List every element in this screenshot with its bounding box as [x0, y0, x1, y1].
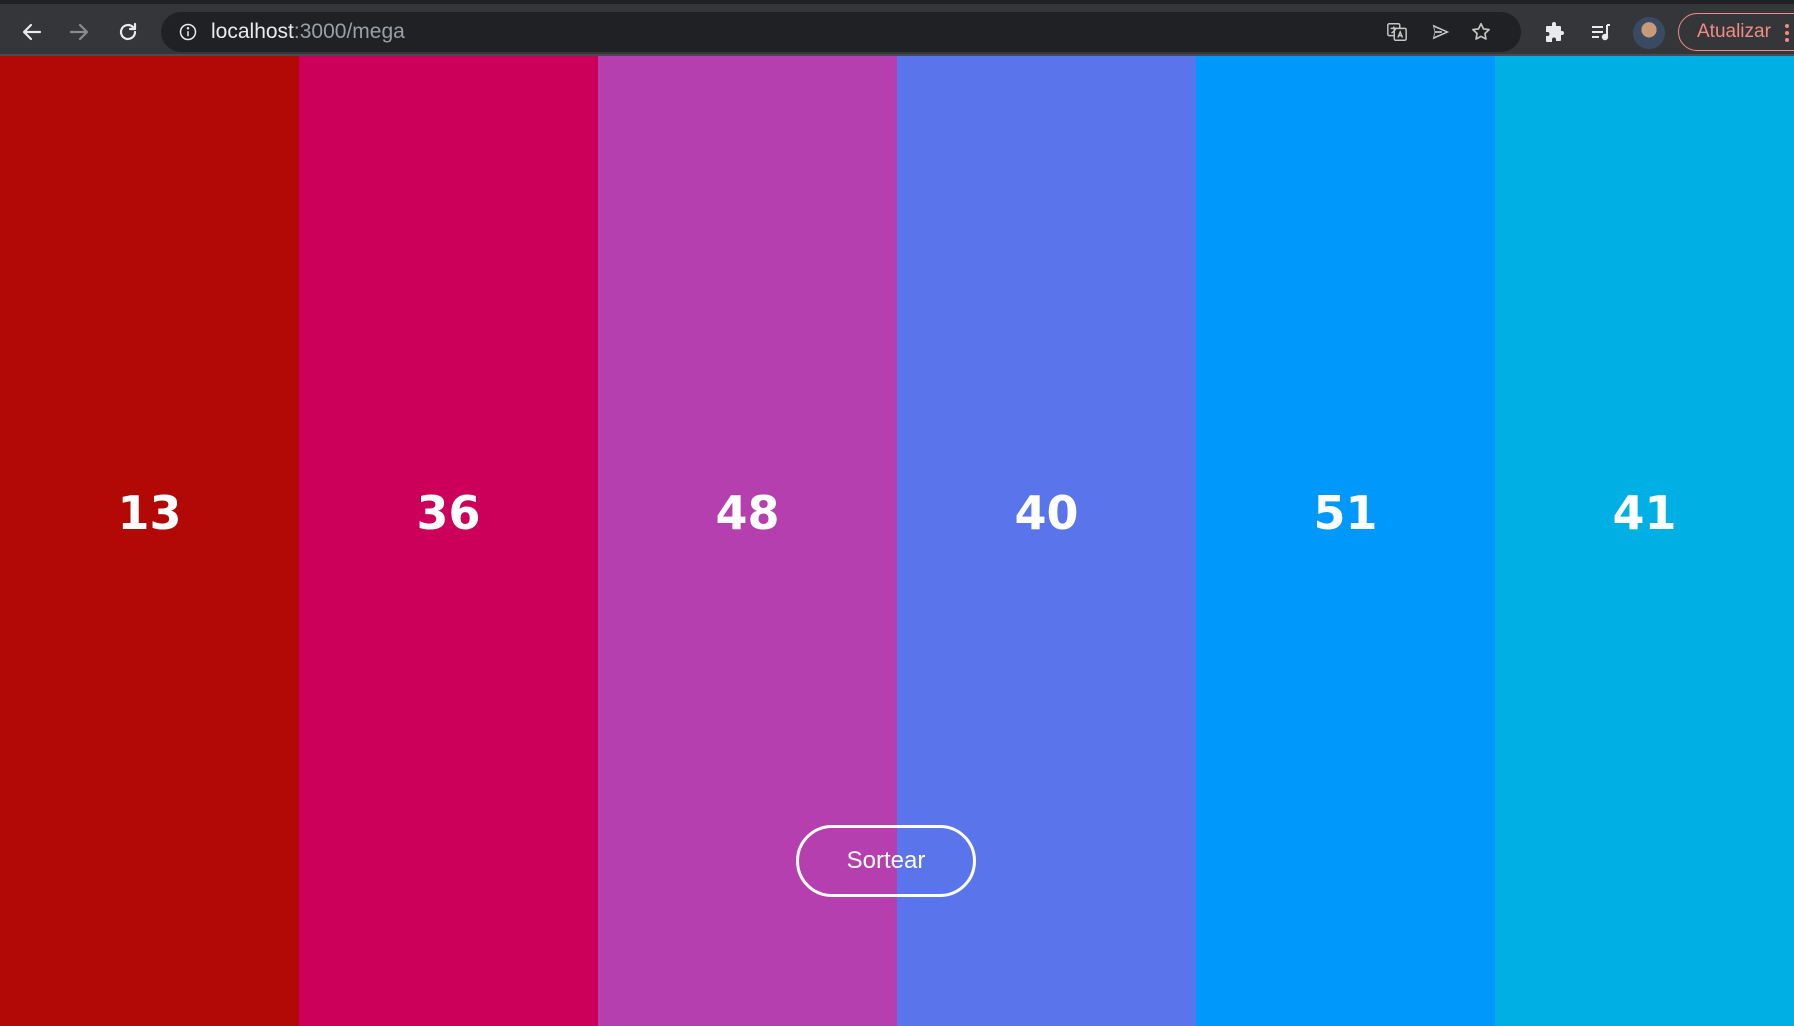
browser-toolbar: localhost:3000/mega Atualizar	[0, 0, 1794, 56]
back-arrow-icon[interactable]	[14, 14, 50, 50]
forward-arrow-icon[interactable]	[61, 14, 97, 50]
info-icon[interactable]	[177, 21, 199, 43]
send-icon[interactable]	[1429, 20, 1453, 44]
drawn-number: 41	[1612, 486, 1677, 540]
number-column: 41	[1495, 56, 1794, 1026]
avatar[interactable]	[1633, 17, 1665, 49]
url-text[interactable]: localhost:3000/mega	[211, 20, 405, 44]
drawn-number: 13	[117, 486, 182, 540]
star-icon[interactable]	[1469, 20, 1493, 44]
number-column: 13	[0, 56, 299, 1026]
kebab-menu-icon[interactable]	[1780, 20, 1794, 46]
update-button[interactable]: Atualizar	[1678, 13, 1794, 51]
puzzle-icon[interactable]	[1541, 20, 1567, 46]
drawn-number: 36	[416, 486, 481, 540]
drawn-number: 48	[715, 486, 780, 540]
draw-button-label: Sortear	[846, 847, 926, 874]
number-column: 51	[1196, 56, 1495, 1026]
drawn-number: 51	[1313, 486, 1378, 540]
drawn-number: 40	[1014, 486, 1079, 540]
reload-icon[interactable]	[110, 14, 146, 50]
update-button-label: Atualizar	[1697, 21, 1771, 42]
draw-button[interactable]: Sortear	[796, 825, 976, 897]
mega-page: 13 36 48 40 51 41 Sortear	[0, 56, 1794, 1026]
url-path: :3000/mega	[293, 20, 405, 43]
translate-icon[interactable]	[1385, 20, 1409, 44]
media-queue-icon[interactable]	[1588, 20, 1614, 46]
url-host: localhost	[211, 20, 294, 43]
address-bar[interactable]: localhost:3000/mega	[161, 12, 1521, 52]
number-column: 36	[299, 56, 598, 1026]
